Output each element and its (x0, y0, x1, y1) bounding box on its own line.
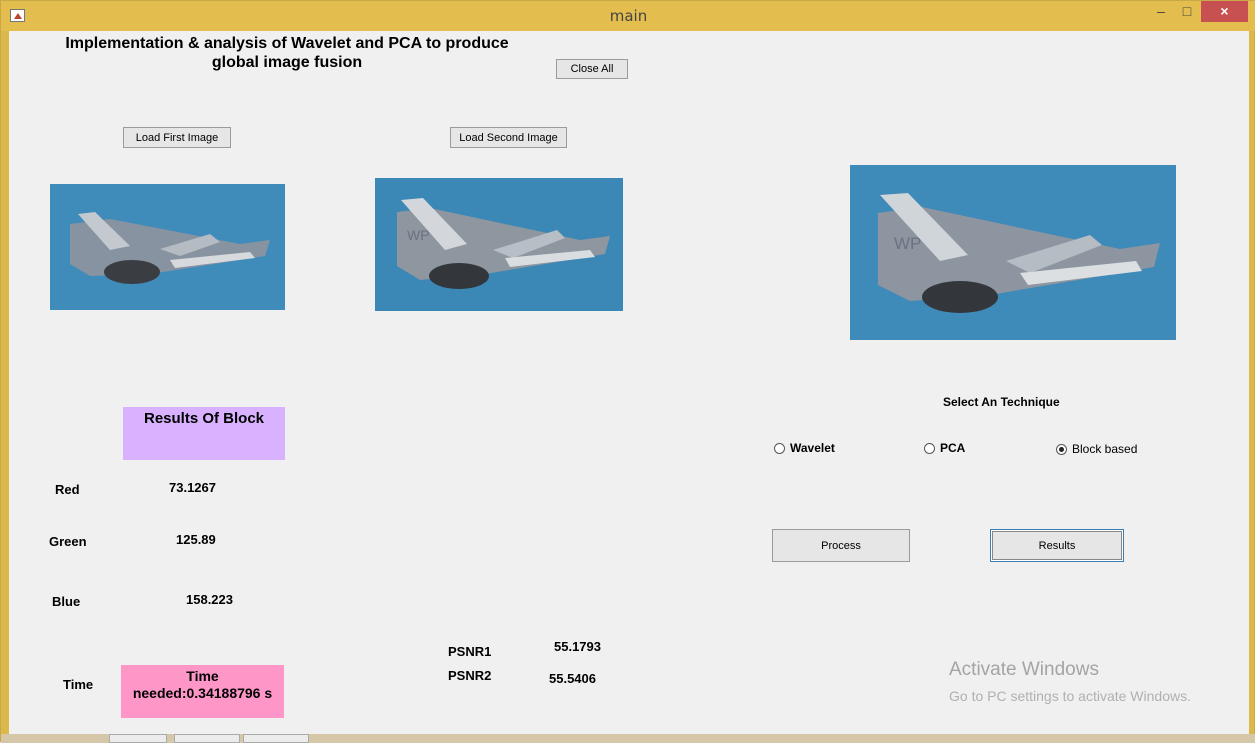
psnr2-label: PSNR2 (448, 668, 492, 683)
jet-graphic-1 (50, 184, 285, 310)
svg-text:WP: WP (894, 234, 921, 253)
radio-pca-label: PCA (940, 441, 966, 455)
fused-image: WP (850, 165, 1176, 340)
activate-windows-watermark-title: Activate Windows (949, 659, 1099, 680)
jet-graphic-3: WP (850, 165, 1176, 340)
time-value: Time needed:0.34188796 s (121, 665, 284, 718)
metric-value-red: 73.1267 (169, 480, 216, 495)
jet-graphic-2: WP (375, 178, 623, 311)
maximize-button[interactable]: □ (1174, 1, 1200, 22)
metric-label-blue: Blue (52, 594, 81, 609)
radio-wavelet[interactable]: Wavelet (774, 441, 835, 455)
metric-value-green: 125.89 (176, 532, 216, 547)
title-bar[interactable]: main – □ × (1, 1, 1255, 31)
radio-block-based[interactable]: Block based (1056, 442, 1137, 456)
process-button[interactable]: Process (772, 529, 910, 562)
radio-wavelet-indicator[interactable] (774, 442, 785, 454)
results-panel: Results Of Block (123, 407, 285, 460)
radio-pca[interactable]: PCA (924, 441, 965, 455)
close-all-button[interactable]: Close All (556, 59, 628, 79)
app-window: main – □ × Implementation & analysis of … (0, 0, 1255, 743)
close-window-button[interactable]: × (1201, 1, 1248, 22)
radio-pca-indicator[interactable] (924, 442, 935, 454)
results-button[interactable]: Results (990, 529, 1124, 562)
minimize-button[interactable]: – (1148, 1, 1174, 22)
load-second-image-button[interactable]: Load Second Image (450, 127, 567, 148)
radio-wavelet-label: Wavelet (790, 441, 835, 455)
psnr2-value: 55.5406 (549, 671, 596, 686)
page-title: Implementation & analysis of Wavelet and… (65, 35, 509, 71)
technique-heading: Select An Technique (943, 395, 1060, 409)
window-title: main (609, 7, 648, 25)
first-image (50, 184, 285, 310)
metric-value-blue: 158.223 (186, 592, 233, 607)
svg-text:WP: WP (407, 227, 430, 243)
load-first-image-button[interactable]: Load First Image (123, 127, 231, 148)
activate-windows-watermark-text: Go to PC settings to activate Windows. (949, 688, 1191, 704)
radio-block-based-label: Block based (1072, 442, 1138, 456)
metric-label-green: Green (49, 534, 87, 549)
metric-label-red: Red (55, 482, 80, 497)
psnr1-value: 55.1793 (554, 639, 601, 654)
psnr1-label: PSNR1 (448, 644, 492, 659)
time-label: Time (63, 677, 94, 692)
second-image: WP (375, 178, 623, 311)
radio-block-based-indicator[interactable] (1056, 443, 1067, 455)
